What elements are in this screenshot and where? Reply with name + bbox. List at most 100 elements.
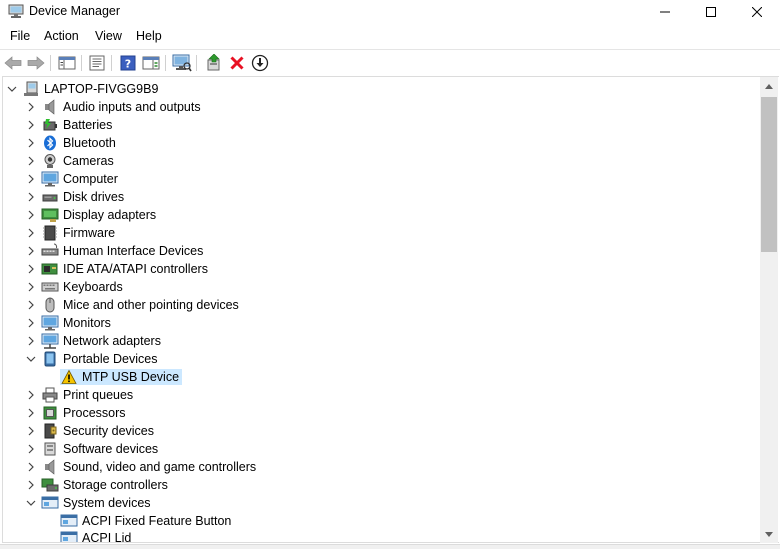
expand-chevron-icon[interactable]	[24, 98, 38, 116]
expand-chevron-icon[interactable]	[24, 332, 38, 350]
expand-chevron-icon[interactable]	[24, 116, 38, 134]
device-tree: LAPTOP-FIVGG9B9 Audio inputs and outputs…	[2, 76, 779, 543]
tree-category-portable-devices[interactable]: Portable Devices	[24, 350, 161, 368]
tree-device-label: ACPI Fixed Feature Button	[82, 514, 232, 528]
tree-category-keyboards[interactable]: Keyboards	[24, 278, 126, 296]
tree-category-display-adapters[interactable]: Display adapters	[24, 206, 159, 224]
disable-device-icon	[251, 54, 269, 72]
tree-category-storage-controllers[interactable]: Storage controllers	[24, 476, 171, 494]
disable-device-button[interactable]	[250, 53, 270, 73]
tree-category-label: Display adapters	[63, 208, 157, 222]
tree-category-label: Security devices	[63, 424, 155, 438]
tree-category-computer[interactable]: Computer	[24, 170, 121, 188]
forward-button[interactable]	[26, 53, 46, 73]
expand-chevron-icon[interactable]	[24, 314, 38, 332]
keyboard-icon	[41, 279, 59, 295]
expand-chevron-icon[interactable]	[24, 458, 38, 476]
expand-chevron-icon[interactable]	[24, 188, 38, 206]
minimize-icon	[660, 11, 670, 13]
monitor-icon	[41, 315, 59, 331]
expand-chevron-icon[interactable]	[24, 278, 38, 296]
tree-category-disk-drives[interactable]: Disk drives	[24, 188, 127, 206]
collapse-chevron-icon[interactable]	[24, 350, 38, 368]
collapse-chevron-icon[interactable]	[5, 80, 19, 98]
menu-file[interactable]: File	[10, 29, 30, 43]
tree-root[interactable]: LAPTOP-FIVGG9B9	[5, 80, 161, 98]
tree-category-label: Network adapters	[63, 334, 161, 348]
tree-category-audio[interactable]: Audio inputs and outputs	[24, 98, 204, 116]
back-button[interactable]	[3, 53, 23, 73]
close-button[interactable]	[734, 0, 780, 24]
tree-category-system-devices[interactable]: System devices	[24, 494, 154, 512]
tree-category-batteries[interactable]: Batteries	[24, 116, 115, 134]
portable-device-icon	[41, 351, 59, 367]
expand-chevron-icon[interactable]	[24, 440, 38, 458]
action-pane-icon	[142, 56, 160, 70]
tree-category-label: Firmware	[63, 226, 116, 240]
properties-button[interactable]	[87, 53, 107, 73]
menu-action[interactable]: Action	[44, 29, 79, 43]
scroll-down-button[interactable]	[760, 525, 778, 543]
properties-icon	[89, 55, 105, 71]
hid-icon	[41, 243, 59, 259]
tree-category-bluetooth[interactable]: Bluetooth	[24, 134, 119, 152]
tree-category-sound-controllers[interactable]: Sound, video and game controllers	[24, 458, 259, 476]
show-hide-console-tree-button[interactable]	[57, 53, 77, 73]
expand-chevron-icon[interactable]	[24, 206, 38, 224]
tree-category-monitors[interactable]: Monitors	[24, 314, 114, 332]
minimize-button[interactable]	[642, 0, 688, 24]
expand-chevron-icon[interactable]	[24, 134, 38, 152]
menu-bar: File Action View Help	[0, 26, 780, 47]
show-hide-console-tree-icon	[58, 56, 76, 70]
scroll-up-arrow-icon	[765, 83, 773, 89]
expand-chevron-icon[interactable]	[24, 224, 38, 242]
collapse-chevron-icon[interactable]	[24, 494, 38, 512]
expand-chevron-icon[interactable]	[24, 296, 38, 314]
menu-help[interactable]: Help	[136, 29, 162, 43]
expand-chevron-icon[interactable]	[24, 170, 38, 188]
tree-category-mice[interactable]: Mice and other pointing devices	[24, 296, 242, 314]
forward-icon	[27, 56, 45, 70]
help-button[interactable]: ?	[118, 53, 138, 73]
update-driver-button[interactable]	[204, 53, 224, 73]
tree-category-security-devices[interactable]: Security devices	[24, 422, 157, 440]
back-icon	[4, 56, 22, 70]
expand-chevron-icon[interactable]	[24, 242, 38, 260]
scroll-up-button[interactable]	[760, 77, 778, 95]
expand-chevron-icon[interactable]	[24, 422, 38, 440]
uninstall-device-button[interactable]	[227, 53, 247, 73]
tree-device-label: ACPI Lid	[82, 531, 132, 543]
software-device-icon	[41, 441, 59, 457]
toolbar-separator	[111, 55, 112, 71]
tree-category-processors[interactable]: Processors	[24, 404, 129, 422]
vertical-scrollbar[interactable]	[760, 77, 778, 543]
title-bar: Device Manager	[0, 0, 780, 24]
expand-chevron-icon[interactable]	[24, 386, 38, 404]
tree-category-firmware[interactable]: Firmware	[24, 224, 118, 242]
toolbar-separator	[165, 55, 166, 71]
tree-category-software-devices[interactable]: Software devices	[24, 440, 161, 458]
tree-category-network-adapters[interactable]: Network adapters	[24, 332, 164, 350]
system-device-icon	[41, 495, 59, 511]
scroll-thumb[interactable]	[761, 97, 777, 252]
tree-device-acpi-fixed-button[interactable]: ACPI Fixed Feature Button	[43, 512, 234, 530]
maximize-button[interactable]	[688, 0, 734, 24]
mouse-icon	[41, 297, 59, 313]
action-pane-button[interactable]	[141, 53, 161, 73]
tree-category-hid[interactable]: Human Interface Devices	[24, 242, 206, 260]
tree-category-ide-controllers[interactable]: IDE ATA/ATAPI controllers	[24, 260, 211, 278]
tree-device-mtp-usb[interactable]: MTP USB Device	[43, 368, 183, 386]
tree-device-acpi-lid[interactable]: ACPI Lid	[43, 529, 134, 543]
expand-chevron-icon[interactable]	[24, 260, 38, 278]
tree-category-print-queues[interactable]: Print queues	[24, 386, 136, 404]
computer-icon	[22, 81, 40, 97]
expand-chevron-icon[interactable]	[24, 152, 38, 170]
tree-category-label: Disk drives	[63, 190, 125, 204]
expand-chevron-icon[interactable]	[24, 404, 38, 422]
display-adapter-icon	[41, 207, 59, 223]
expand-chevron-icon[interactable]	[24, 476, 38, 494]
tree-category-cameras[interactable]: Cameras	[24, 152, 117, 170]
menu-view[interactable]: View	[95, 29, 122, 43]
scan-hardware-button[interactable]	[172, 53, 192, 73]
uninstall-icon	[230, 56, 244, 70]
